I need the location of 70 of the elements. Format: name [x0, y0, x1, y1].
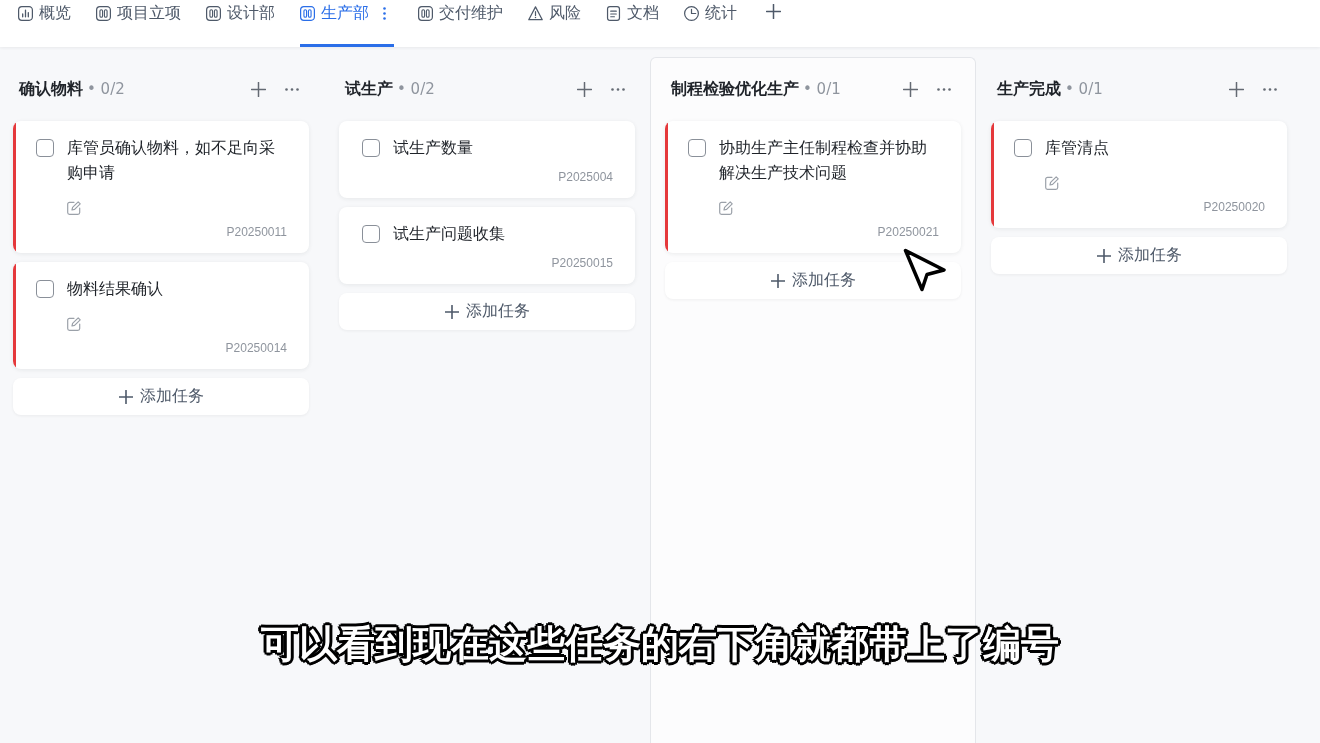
- kanban-icon: [96, 5, 111, 21]
- edit-icon[interactable]: [719, 201, 733, 215]
- more-icon[interactable]: [285, 87, 299, 91]
- more-icon[interactable]: [937, 87, 951, 91]
- plus-icon: [1096, 248, 1111, 263]
- tab[interactable]: 设计部: [206, 0, 276, 47]
- add-tab-icon[interactable]: [766, 4, 781, 19]
- task-title: 试生产数量: [393, 137, 474, 159]
- bar-chart-icon: [18, 5, 33, 21]
- more-icon[interactable]: [611, 87, 625, 91]
- column-title: 试生产: [345, 78, 393, 100]
- column-title: 确认物料: [19, 78, 83, 100]
- plus-icon[interactable]: [251, 81, 266, 97]
- column-title: 生产完成: [997, 78, 1061, 100]
- kanban-icon: [206, 5, 221, 21]
- task-card[interactable]: 库管清点 P20250020: [991, 121, 1287, 228]
- tab[interactable]: 生产部: [300, 0, 394, 47]
- checkbox[interactable]: [362, 224, 380, 243]
- plus-icon: [444, 304, 459, 319]
- column-title: 制程检验优化生产: [671, 78, 799, 100]
- add-task-button[interactable]: 添加任务: [13, 378, 309, 415]
- checkbox[interactable]: [36, 138, 54, 157]
- task-card[interactable]: 试生产数量 P2025004: [339, 121, 635, 198]
- task-title: 物料结果确认: [67, 278, 164, 300]
- tab[interactable]: 项目立项: [96, 0, 182, 47]
- task-title: 库管员确认物料，如不足向采购申请: [67, 137, 276, 184]
- tab[interactable]: 统计: [684, 0, 738, 47]
- column-count: • 0/1: [803, 80, 841, 98]
- kanban-icon: [418, 5, 433, 21]
- task-code: P20250020: [1203, 199, 1265, 215]
- task-title: 库管清点: [1045, 137, 1110, 159]
- edit-icon[interactable]: [67, 201, 81, 215]
- task-code: P20250015: [551, 255, 613, 271]
- more-icon[interactable]: [1263, 87, 1277, 91]
- task-title: 试生产问题收集: [393, 223, 506, 245]
- checkbox[interactable]: [688, 138, 706, 157]
- add-task-button[interactable]: 添加任务: [991, 237, 1287, 274]
- tab[interactable]: 风险: [528, 0, 582, 47]
- plus-icon[interactable]: [903, 81, 918, 97]
- plus-icon[interactable]: [1229, 81, 1244, 97]
- plus-icon: [770, 273, 785, 288]
- edit-icon[interactable]: [1045, 176, 1059, 190]
- task-card[interactable]: 物料结果确认 P20250014: [13, 262, 309, 369]
- checkbox[interactable]: [1014, 138, 1032, 157]
- task-card[interactable]: 试生产问题收集 P20250015: [339, 207, 635, 284]
- checkbox[interactable]: [36, 279, 54, 298]
- warning-icon: [528, 5, 543, 21]
- task-code: P20250011: [226, 224, 287, 240]
- tab[interactable]: 交付维护: [418, 0, 504, 47]
- task-code: P2025004: [558, 169, 613, 185]
- more-icon[interactable]: [383, 7, 386, 20]
- tab[interactable]: 概览: [18, 0, 72, 47]
- edit-icon[interactable]: [67, 317, 81, 331]
- column-count: • 0/1: [1065, 80, 1103, 98]
- plus-icon[interactable]: [577, 81, 592, 97]
- task-card[interactable]: 库管员确认物料，如不足向采购申请 P20250011: [13, 121, 309, 253]
- cursor-icon: [903, 248, 947, 292]
- task-code: P20250014: [225, 340, 287, 356]
- add-task-button[interactable]: 添加任务: [339, 293, 635, 330]
- checkbox[interactable]: [362, 138, 380, 157]
- task-title: 协助生产主任制程检查并协助解决生产技术问题: [719, 137, 928, 184]
- tab[interactable]: 文档: [606, 0, 660, 47]
- task-code: P20250021: [877, 224, 939, 240]
- task-card[interactable]: 协助生产主任制程检查并协助解决生产技术问题 P20250021: [665, 121, 961, 253]
- kanban-icon: [300, 5, 315, 21]
- column-count: • 0/2: [87, 80, 125, 98]
- clock-icon: [684, 5, 699, 21]
- column-count: • 0/2: [397, 80, 435, 98]
- document-icon: [606, 5, 621, 21]
- plus-icon: [118, 389, 133, 404]
